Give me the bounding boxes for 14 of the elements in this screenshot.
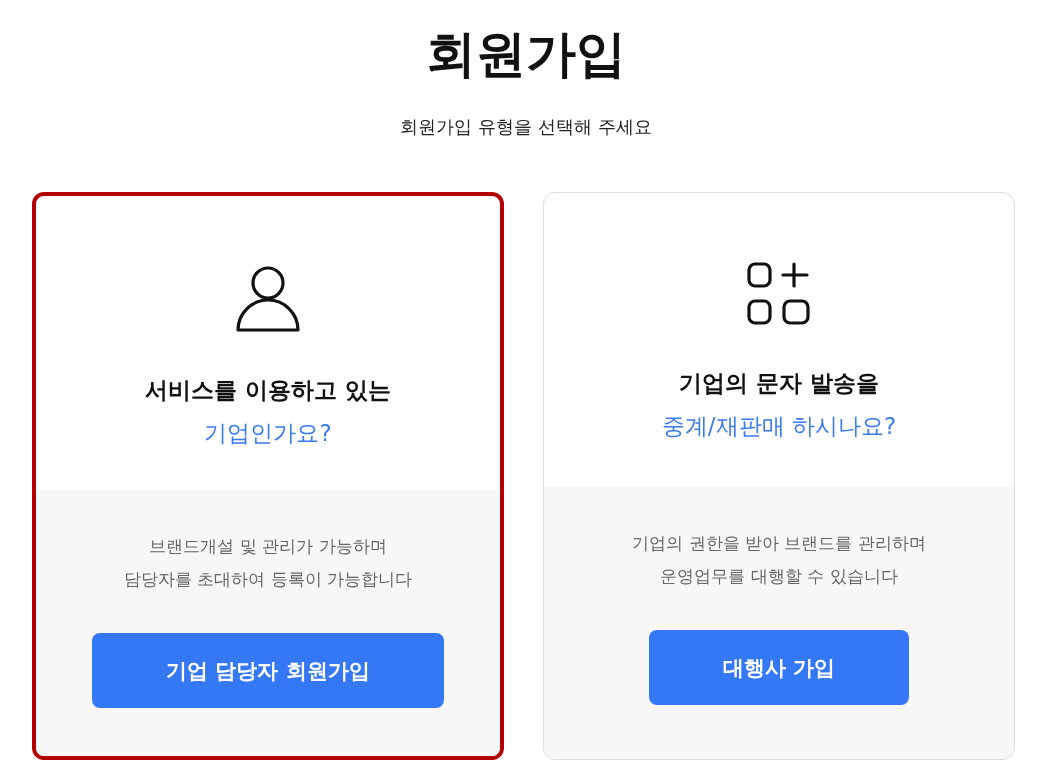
apps-add-icon <box>747 262 811 326</box>
card-description: 브랜드개설 및 관리가 가능하며 담당자를 초대하여 등록이 가능합니다 <box>123 535 413 591</box>
card-question: 기업인가요? <box>204 419 332 448</box>
card-heading: 기업의 문자 발송을 <box>679 369 879 398</box>
person-icon <box>236 265 300 333</box>
page-title: 회원가입 <box>425 24 627 85</box>
signup-button[interactable]: 대행사 가입 <box>648 630 910 705</box>
signup-type-card[interactable]: 기업의 문자 발송을 중계/재판매 하시나요? 기업의 권한을 받아 브랜드를 관리하며 운영업무를 대행할 수 있습니다 대행사 가입 <box>543 192 1015 760</box>
signup-button[interactable]: 기업 담당자 회원가입 <box>92 633 444 708</box>
card-question: 중계/재판매 하시나요? <box>661 412 897 441</box>
card-heading: 서비스를 이용하고 있는 <box>145 376 391 405</box>
page-subtitle: 회원가입 유형을 선택해 주세요 <box>399 115 653 139</box>
signup-type-card[interactable]: 서비스를 이용하고 있는 기업인가요? 브랜드개설 및 관리가 가능하며 담당자를 초대하여 등록이 가능합니다 기업 담당자 회원가입 <box>32 192 504 760</box>
card-description: 기업의 권한을 받아 브랜드를 관리하며 운영업무를 대행할 수 있습니다 <box>632 532 926 588</box>
